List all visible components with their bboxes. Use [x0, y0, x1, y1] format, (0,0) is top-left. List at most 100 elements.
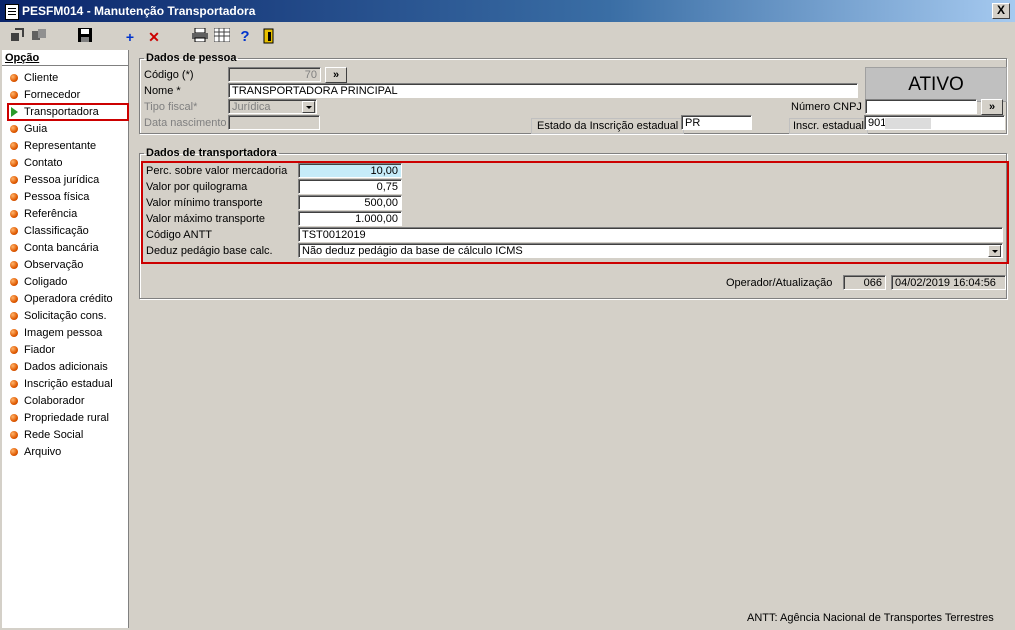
bullet-icon [10, 193, 18, 201]
sidebar-item[interactable]: Coligado [8, 274, 126, 290]
print-icon[interactable] [191, 27, 209, 46]
bullet-icon [10, 414, 18, 422]
chevron-down-icon[interactable] [988, 245, 1001, 257]
bullet-icon [10, 244, 18, 252]
bullet-icon [10, 380, 18, 388]
cnpj-label: Número CNPJ [791, 101, 862, 113]
sidebar-item[interactable]: Observação [8, 257, 126, 273]
sidebar-item[interactable]: Pessoa jurídica [8, 172, 126, 188]
sidebar-item[interactable]: Contato [8, 155, 126, 171]
operador-label: Operador/Atualização [726, 277, 833, 289]
transportadora-legend: Dados de transportadora [146, 147, 277, 159]
navigate-icon[interactable] [8, 28, 26, 46]
bullet-icon [10, 176, 18, 184]
sidebar-item-label: Guia [24, 123, 48, 135]
max-label: Valor máximo transporte [146, 213, 266, 225]
toolbar: + ✕ ? [0, 24, 1015, 50]
sidebar-item-label: Contato [24, 157, 63, 169]
codigo-lookup-button[interactable]: » [325, 67, 347, 83]
data-nascimento-field[interactable] [228, 115, 320, 130]
sidebar-item-label: Solicitação cons. [24, 310, 107, 322]
sidebar-item-label: Fornecedor [24, 89, 81, 101]
codigo-field[interactable]: 70 [228, 67, 321, 82]
bullet-icon [10, 278, 18, 286]
bullet-icon [10, 397, 18, 405]
tipo-fiscal-select[interactable]: Jurídica [228, 99, 317, 114]
sidebar-item[interactable]: Fiador [8, 342, 126, 358]
ie-label: Inscr. estadual [789, 118, 868, 134]
app-icon [5, 4, 19, 20]
bullet-icon [10, 261, 18, 269]
sidebar-item-label: Rede Social [24, 429, 84, 441]
bullet-icon [10, 159, 18, 167]
sidebar-item-label: Imagem pessoa [24, 327, 103, 339]
sidebar-item[interactable]: Imagem pessoa [8, 325, 126, 341]
sidebar-item[interactable]: Transportadora [7, 103, 129, 121]
add-icon[interactable]: + [121, 28, 139, 46]
chevron-down-icon[interactable] [302, 101, 315, 113]
min-field[interactable]: 500,00 [298, 195, 402, 210]
sidebar-item-label: Colaborador [24, 395, 85, 407]
pedagio-label: Deduz pedágio base calc. [146, 245, 273, 257]
help-icon[interactable]: ? [236, 28, 254, 46]
sidebar-item-label: Observação [24, 259, 84, 271]
status-badge: ATIVO [865, 67, 1007, 102]
cnpj-lookup-button[interactable]: » [981, 99, 1003, 115]
quilo-field[interactable]: 0,75 [298, 179, 402, 194]
bullet-icon [10, 210, 18, 218]
sidebar-item-label: Classificação [24, 225, 89, 237]
sidebar-item[interactable]: Guia [8, 121, 126, 137]
sidebar-item[interactable]: Propriedade rural [8, 410, 126, 426]
bullet-icon [10, 142, 18, 150]
bullet-icon [10, 431, 18, 439]
sidebar-item[interactable]: Arquivo [8, 444, 126, 460]
perc-field[interactable]: 10,00 [298, 163, 402, 178]
sidebar-item[interactable]: Dados adicionais [8, 359, 126, 375]
pedagio-select[interactable]: Não deduz pedágio da base de cálculo ICM… [298, 243, 1003, 258]
sidebar-item-label: Conta bancária [24, 242, 99, 254]
estado-ie-label: Estado da Inscrição estadual [531, 118, 685, 134]
close-button[interactable]: X [992, 3, 1010, 19]
delete-icon[interactable]: ✕ [145, 28, 163, 46]
footer-note: ANTT: Agência Nacional de Transportes Te… [747, 612, 994, 624]
sidebar-item-label: Representante [24, 140, 97, 152]
cnpj-field[interactable] [865, 99, 977, 114]
grid-icon[interactable] [213, 27, 231, 46]
sidebar-item[interactable]: Representante [8, 138, 126, 154]
bullet-icon [10, 74, 18, 82]
sidebar-item[interactable]: Colaborador [8, 393, 126, 409]
sidebar-item-label: Cliente [24, 72, 59, 84]
sidebar-item[interactable]: Fornecedor [8, 87, 126, 103]
bullet-icon [10, 227, 18, 235]
sidebar-item-label: Operadora crédito [24, 293, 113, 305]
sidebar-item[interactable]: Conta bancária [8, 240, 126, 256]
bullet-icon [10, 363, 18, 371]
sidebar-item[interactable]: Rede Social [8, 427, 126, 443]
operador-code: 066 [843, 275, 886, 290]
nome-field[interactable]: TRANSPORTADORA PRINCIPAL [228, 83, 858, 98]
sidebar-item-label: Referência [24, 208, 78, 220]
swap-icon[interactable] [30, 28, 48, 46]
estado-ie-field[interactable]: PR [681, 115, 752, 130]
atualizacao-datetime: 04/02/2019 16:04:56 [891, 275, 1006, 290]
pedagio-value: Não deduz pedágio da base de cálculo ICM… [302, 245, 523, 257]
max-field[interactable]: 1.000,00 [298, 211, 402, 226]
data-nascimento-label: Data nascimento [144, 117, 227, 129]
bullet-icon [10, 91, 18, 99]
sidebar-header: Opção [5, 52, 40, 64]
save-icon[interactable] [76, 28, 94, 46]
sidebar-item[interactable]: Classificação [8, 223, 126, 239]
sidebar-item[interactable]: Inscrição estadual [8, 376, 126, 392]
redacted-mask [885, 118, 931, 129]
sidebar-item-label: Transportadora [24, 106, 99, 118]
sidebar-item[interactable]: Referência [8, 206, 126, 222]
exit-icon[interactable] [260, 28, 278, 46]
sidebar-item-label: Fiador [24, 344, 56, 356]
sidebar-item[interactable]: Operadora crédito [8, 291, 126, 307]
sidebar-item[interactable]: Cliente [8, 70, 126, 86]
sidebar-item[interactable]: Pessoa física [8, 189, 126, 205]
quilo-label: Valor por quilograma [146, 181, 248, 193]
perc-label: Perc. sobre valor mercadoria [146, 165, 288, 177]
sidebar-item[interactable]: Solicitação cons. [8, 308, 126, 324]
antt-field[interactable]: TST0012019 [298, 227, 1003, 242]
